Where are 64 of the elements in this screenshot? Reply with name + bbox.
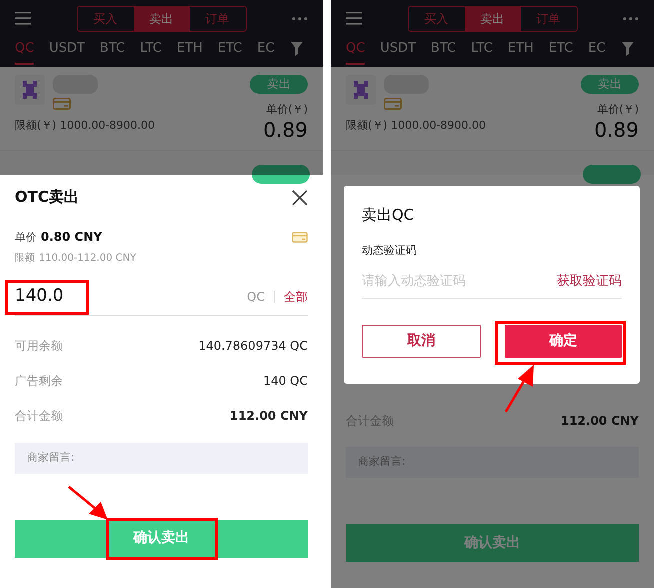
- get-code-link[interactable]: 获取验证码: [557, 272, 622, 292]
- more-icon[interactable]: [292, 16, 308, 20]
- row-value: 112.00 CNY: [230, 408, 308, 425]
- limit-text: 限额(￥) 1000.00-8900.00: [15, 118, 156, 134]
- tab[interactable]: 买入: [408, 6, 464, 30]
- row-label: 可用余额: [15, 338, 63, 355]
- tab[interactable]: 卖出: [464, 6, 520, 30]
- price-label: 单价(￥): [266, 102, 308, 118]
- coin-tab[interactable]: USDT: [380, 40, 416, 65]
- unit-price: 0.80 CNY: [41, 229, 102, 246]
- filter-icon[interactable]: [620, 41, 635, 57]
- limit-range: 110.00-112.00 CNY: [39, 252, 136, 266]
- all-link[interactable]: 全部: [284, 288, 308, 306]
- amount-input[interactable]: 140.0: [15, 284, 85, 310]
- row-value: 140 QC: [263, 373, 308, 390]
- limit-label: 限额: [15, 252, 35, 266]
- coin-tab[interactable]: ETH: [508, 40, 534, 65]
- menu-icon[interactable]: [15, 12, 31, 25]
- sell-button[interactable]: 卖出: [250, 75, 308, 94]
- field-label: 动态验证码: [362, 242, 418, 258]
- card-icon: [292, 232, 308, 243]
- close-icon[interactable]: [292, 190, 308, 206]
- coin-tab[interactable]: USDT: [49, 40, 86, 65]
- row-value: 112.00 CNY: [560, 412, 639, 430]
- price-label: 单价(￥): [597, 102, 639, 118]
- price-value: 0.89: [263, 118, 308, 140]
- confirm-sell-button[interactable]: 确认卖出: [346, 524, 639, 562]
- coin-tab[interactable]: BTC: [100, 40, 126, 65]
- dialog-title: 卖出QC: [362, 205, 416, 226]
- row-label: 广告剩余: [15, 373, 63, 390]
- coin-tab[interactable]: ETC: [218, 40, 242, 65]
- tab[interactable]: 买入: [78, 6, 134, 30]
- coin-tab[interactable]: LTC: [471, 40, 493, 65]
- currency-label: QC: [247, 289, 265, 306]
- sell-button[interactable]: 卖出: [581, 75, 639, 94]
- card-icon: [384, 98, 402, 110]
- coin-tab[interactable]: BTC: [431, 40, 456, 65]
- coin-tab[interactable]: QC: [346, 40, 366, 65]
- filter-icon[interactable]: [290, 41, 304, 57]
- unit-price-label: 单价: [15, 230, 37, 246]
- card-icon: [53, 98, 71, 110]
- message-field[interactable]: 商家留言:: [15, 442, 308, 474]
- row-value: 140.78609734 QC: [198, 338, 308, 355]
- more-icon[interactable]: [623, 16, 639, 20]
- cancel-button[interactable]: 取消: [362, 325, 481, 358]
- row-label: 合计金额: [15, 408, 63, 425]
- coin-tab[interactable]: ETH: [176, 40, 203, 65]
- coin-tab[interactable]: ETC: [548, 40, 574, 65]
- coin-tab[interactable]: QC: [15, 40, 34, 65]
- confirm-button[interactable]: 确定: [505, 325, 622, 358]
- coin-tab[interactable]: LTC: [140, 40, 162, 65]
- confirm-sell-button[interactable]: 确认卖出: [15, 520, 308, 558]
- sheet-title: OTC卖出: [15, 187, 79, 208]
- tab[interactable]: 卖出: [134, 6, 190, 30]
- sell-button[interactable]: [252, 165, 310, 184]
- price-value: 0.89: [594, 118, 639, 140]
- tab[interactable]: 订单: [190, 6, 246, 30]
- coin-tab[interactable]: EC: [257, 40, 275, 65]
- message-field[interactable]: 商家留言:: [346, 447, 639, 478]
- coin-tab[interactable]: EC: [588, 40, 606, 65]
- menu-icon[interactable]: [346, 12, 362, 25]
- tab[interactable]: 订单: [520, 6, 576, 30]
- limit-text: 限额(￥) 1000.00-8900.00: [346, 118, 486, 134]
- code-input[interactable]: 请输入动态验证码: [362, 272, 557, 292]
